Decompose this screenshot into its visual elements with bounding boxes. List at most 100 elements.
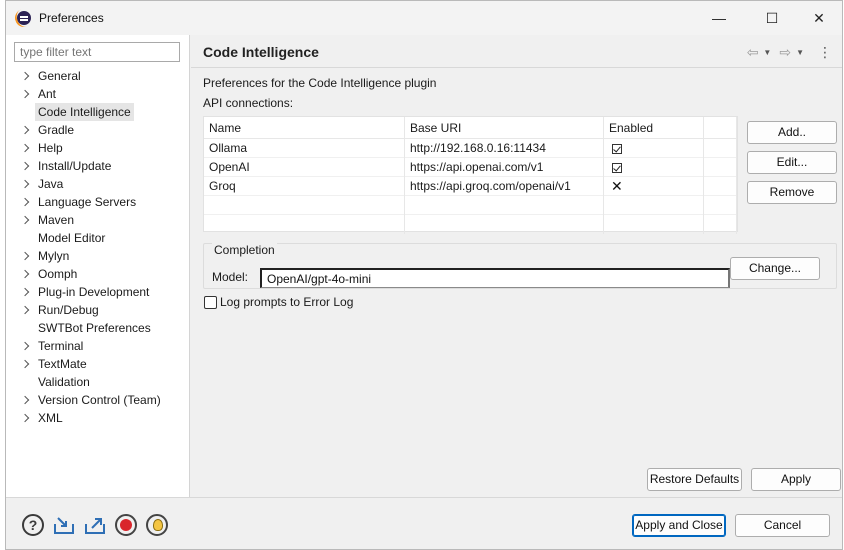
tree-item-label: TextMate <box>38 357 87 371</box>
apply-and-close-button[interactable]: Apply and Close <box>632 514 726 537</box>
tree-item-version-control-team[interactable]: Version Control (Team) <box>16 391 188 409</box>
maximize-button[interactable]: ☐ <box>749 1 795 35</box>
tree-item-validation[interactable]: Validation <box>16 373 188 391</box>
log-prompts-checkbox[interactable] <box>204 295 217 309</box>
main-panel: Code Intelligence ⇦ ▼ ⇨ ▼ ⋮ Preferences … <box>191 35 842 497</box>
page-description: Preferences for the Code Intelligence pl… <box>203 76 437 90</box>
add-button[interactable]: Add.. <box>747 121 837 144</box>
model-label: Model: <box>212 270 249 284</box>
forward-arrow-icon[interactable]: ⇨ <box>779 44 791 61</box>
tree-item-maven[interactable]: Maven <box>16 211 188 229</box>
tree-item-label: Maven <box>38 213 75 227</box>
tree-item-language-servers[interactable]: Language Servers <box>16 193 188 211</box>
tree-item-label: Gradle <box>38 123 75 137</box>
cell-enabled <box>604 139 704 158</box>
preferences-tree: General Ant Code Intelligence Gradle Help Ins… <box>16 67 188 427</box>
tree-item-label: SWTBot Preferences <box>38 321 151 335</box>
tree-item-run-debug[interactable]: Run/Debug <box>16 301 188 319</box>
tree-item-install-update[interactable]: Install/Update <box>16 157 188 175</box>
cell-name: Ollama <box>204 139 405 158</box>
tree-item-help[interactable]: Help <box>16 139 188 157</box>
cell-base-uri: http://192.168.0.16:11434 <box>405 139 604 158</box>
cancel-button[interactable]: Cancel <box>735 514 830 537</box>
chevron-right-icon[interactable] <box>21 175 31 193</box>
log-prompts-option[interactable]: Log prompts to Error Log <box>204 295 353 309</box>
table-row[interactable]: OpenAI https://api.openai.com/v1 <box>204 158 737 177</box>
tree-item-java[interactable]: Java <box>16 175 188 193</box>
apply-button[interactable]: Apply <box>751 468 841 491</box>
tree-item-ant[interactable]: Ant <box>16 85 188 103</box>
chevron-right-icon[interactable] <box>21 85 31 103</box>
tree-item-label: Help <box>38 141 63 155</box>
checked-icon[interactable] <box>612 144 622 154</box>
restore-defaults-button[interactable]: Restore Defaults <box>647 468 742 491</box>
chevron-right-icon[interactable] <box>21 211 31 229</box>
chevron-right-icon[interactable] <box>21 67 31 85</box>
export-icon[interactable] <box>84 514 106 536</box>
model-field[interactable] <box>260 268 730 288</box>
table-row-empty <box>204 215 737 234</box>
table-row[interactable]: Ollama http://192.168.0.16:11434 <box>204 139 737 158</box>
page-title: Code Intelligence <box>203 44 319 60</box>
filter-input[interactable] <box>14 42 180 62</box>
tree-item-swtbot-preferences[interactable]: SWTBot Preferences <box>16 319 188 337</box>
tree-item-label: Code Intelligence <box>35 103 134 121</box>
checked-icon[interactable] <box>612 163 622 173</box>
cell-enabled: ✕ <box>604 177 704 196</box>
cell-name: Groq <box>204 177 405 196</box>
import-icon[interactable] <box>53 514 75 536</box>
tree-item-plug-in-development[interactable]: Plug-in Development <box>16 283 188 301</box>
record-icon[interactable] <box>115 514 137 536</box>
remove-button[interactable]: Remove <box>747 181 837 204</box>
column-header-base-uri[interactable]: Base URI <box>405 117 604 139</box>
chevron-right-icon[interactable] <box>21 409 31 427</box>
edit-button[interactable]: Edit... <box>747 151 837 174</box>
close-button[interactable]: ✕ <box>796 1 842 35</box>
tree-item-label: Version Control (Team) <box>38 393 161 407</box>
column-header-name[interactable]: Name <box>204 117 405 139</box>
forward-dropdown-icon[interactable]: ▼ <box>796 48 804 57</box>
chevron-right-icon[interactable] <box>21 157 31 175</box>
cell-filler <box>704 139 737 158</box>
api-connections-table: Name Base URI Enabled Ollama http://192.1… <box>203 116 738 234</box>
cell-base-uri: https://api.openai.com/v1 <box>405 158 604 177</box>
tree-item-model-editor[interactable]: Model Editor <box>16 229 188 247</box>
column-header-enabled[interactable]: Enabled <box>604 117 704 139</box>
chevron-right-icon[interactable] <box>21 247 31 265</box>
table-row[interactable]: Groq https://api.groq.com/openai/v1 ✕ <box>204 177 737 196</box>
chevron-right-icon[interactable] <box>21 283 31 301</box>
column-header-filler <box>704 117 737 139</box>
tree-item-general[interactable]: General <box>16 67 188 85</box>
chevron-right-icon[interactable] <box>21 391 31 409</box>
tree-item-label: Language Servers <box>38 195 137 209</box>
tree-item-mylyn[interactable]: Mylyn <box>16 247 188 265</box>
minimize-button[interactable]: — <box>696 1 742 35</box>
chevron-right-icon[interactable] <box>21 121 31 139</box>
view-menu-icon[interactable]: ⋮ <box>818 44 832 61</box>
back-arrow-icon[interactable]: ⇦ <box>747 44 759 61</box>
change-model-button[interactable]: Change... <box>730 257 820 280</box>
chevron-right-icon[interactable] <box>21 139 31 157</box>
tree-item-xml[interactable]: XML <box>16 409 188 427</box>
chevron-right-icon[interactable] <box>21 355 31 373</box>
chevron-right-icon[interactable] <box>21 193 31 211</box>
tree-item-gradle[interactable]: Gradle <box>16 121 188 139</box>
tree-item-oomph[interactable]: Oomph <box>16 265 188 283</box>
help-icon[interactable]: ? <box>22 514 44 536</box>
completion-group-title: Completion <box>212 243 277 257</box>
back-dropdown-icon[interactable]: ▼ <box>763 48 771 57</box>
chevron-right-icon[interactable] <box>21 265 31 283</box>
tree-item-terminal[interactable]: Terminal <box>16 337 188 355</box>
cross-icon[interactable]: ✕ <box>611 177 623 196</box>
preferences-dialog: Preferences — ☐ ✕ General Ant Code Intelli… <box>5 0 843 550</box>
lightbulb-icon[interactable] <box>146 514 168 536</box>
tree-item-code-intelligence[interactable]: Code Intelligence <box>16 103 188 121</box>
chevron-right-icon[interactable] <box>21 301 31 319</box>
tree-item-textmate[interactable]: TextMate <box>16 355 188 373</box>
tree-item-label: Install/Update <box>38 159 112 173</box>
chevron-right-icon[interactable] <box>21 337 31 355</box>
tree-item-label: Validation <box>38 375 90 389</box>
